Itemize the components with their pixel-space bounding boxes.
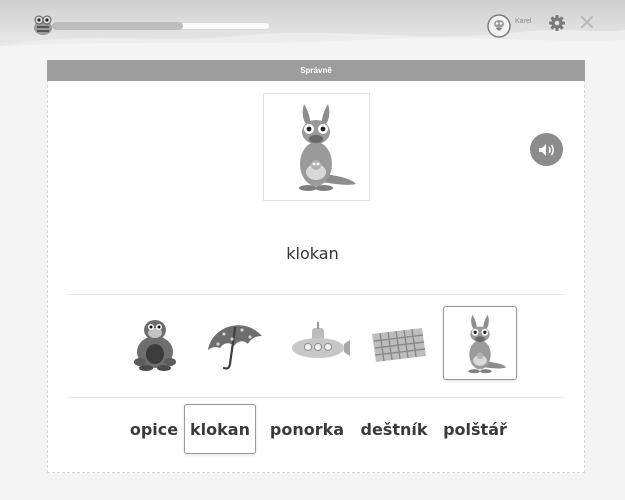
main-picture-kangaroo: [263, 93, 370, 201]
umbrella-icon: [208, 325, 262, 370]
close-icon[interactable]: [580, 15, 594, 29]
picture-option-umbrella[interactable]: [198, 306, 272, 380]
avatar[interactable]: [487, 14, 511, 38]
target-word: klokan: [286, 244, 339, 263]
picture-option-gorilla[interactable]: [118, 306, 192, 380]
play-sound-button[interactable]: [530, 133, 563, 166]
speaker-icon: [538, 143, 554, 156]
divider: [68, 397, 564, 398]
mat-icon: [372, 328, 426, 362]
kangaroo-icon: [299, 104, 356, 191]
user-name[interactable]: Karel: [515, 18, 531, 25]
top-bar: Karel: [0, 0, 625, 46]
status-banner: Správně: [47, 60, 585, 81]
picture-option-mat[interactable]: [362, 306, 436, 380]
picture-option-kangaroo[interactable]: [443, 306, 517, 380]
progress-fill: [52, 22, 183, 30]
kangaroo-icon: [468, 314, 507, 374]
gear-icon[interactable]: [548, 14, 566, 32]
word-option-destnik[interactable]: deštník: [356, 404, 432, 454]
word-option-polstar[interactable]: polštář: [440, 404, 510, 454]
submarine-icon: [292, 322, 350, 358]
divider: [68, 294, 564, 295]
word-option-opice[interactable]: opice: [126, 404, 182, 454]
word-option-klokan[interactable]: klokan: [184, 404, 256, 454]
progress-bar: [52, 22, 270, 30]
picture-option-submarine[interactable]: [282, 306, 356, 380]
gorilla-icon: [134, 320, 176, 371]
word-option-ponorka[interactable]: ponorka: [266, 404, 348, 454]
